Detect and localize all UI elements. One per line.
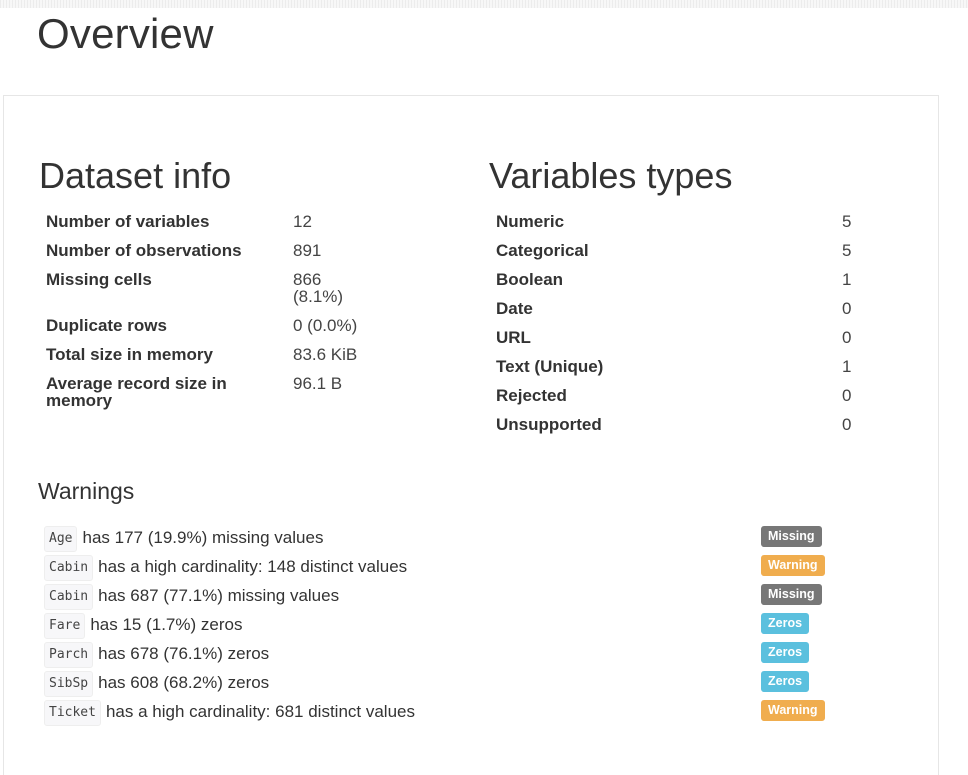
variable-types-heading: Variables types: [489, 155, 733, 196]
variable-type-label: Numeric: [496, 212, 565, 231]
warning-item: SibSp has 608 (68.2%) zeros Zeros: [44, 671, 844, 697]
warning-text: has 177 (19.9%) missing values: [82, 528, 324, 547]
variable-type-count: 5: [842, 212, 852, 231]
top-edge-divider: [0, 0, 968, 8]
warning-item: Cabin has 687 (77.1%) missing values Miss…: [44, 584, 844, 610]
warning-text: has 608 (68.2%) zeros: [98, 673, 270, 692]
dataset-info-label: Total size in memory: [46, 345, 213, 364]
dataset-info-table: Number of variables 12 Number of observa…: [46, 213, 446, 433]
variable-type-count: 1: [842, 357, 852, 376]
dataset-info-value: 891: [293, 241, 322, 260]
warning-item: Parch has 678 (76.1%) zeros Zeros: [44, 642, 844, 668]
variable-type-count: 0: [842, 328, 852, 347]
zeros-badge: Zeros: [761, 642, 810, 663]
warning-badge: Warning: [761, 555, 825, 576]
variable-name-code[interactable]: SibSp: [44, 671, 94, 697]
dataset-info-value: 0 (0.0%): [293, 316, 358, 335]
variable-name-code[interactable]: Parch: [44, 642, 94, 668]
variable-type-label: URL: [496, 328, 531, 347]
dataset-info-heading: Dataset info: [39, 155, 232, 196]
dataset-info-value-percent: (8.1%): [293, 287, 344, 306]
dataset-info-value: 12: [293, 212, 312, 231]
variable-type-count: 0: [842, 386, 852, 405]
variable-type-count: 5: [842, 241, 852, 260]
warning-text: has 15 (1.7%) zeros: [90, 615, 243, 634]
dataset-info-label: Duplicate rows: [46, 316, 167, 335]
zeros-badge: Zeros: [761, 671, 810, 692]
dataset-info-label-continued: memory: [46, 391, 113, 410]
zeros-badge: Zeros: [761, 613, 810, 634]
warnings-heading: Warnings: [38, 478, 135, 504]
warning-text: has 687 (77.1%) missing values: [98, 586, 340, 605]
warning-text: has a high cardinality: 681 distinct val…: [105, 702, 415, 721]
warning-text: has 678 (76.1%) zeros: [98, 644, 270, 663]
variable-name-code[interactable]: Cabin: [44, 584, 94, 610]
dataset-info-label: Number of observations: [46, 241, 242, 260]
warning-badge: Warning: [761, 700, 825, 721]
missing-badge: Missing: [761, 526, 822, 547]
warning-item: Cabin has a high cardinality: 148 distinc…: [44, 555, 844, 581]
warning-text: has a high cardinality: 148 distinct val…: [98, 557, 408, 576]
variable-type-label: Rejected: [496, 386, 567, 405]
dataset-info-label: Number of variables: [46, 212, 210, 231]
dataset-info-value: 83.6 KiB: [293, 345, 358, 364]
variable-type-label: Unsupported: [496, 415, 602, 434]
variable-name-code[interactable]: Age: [44, 526, 78, 552]
variable-name-code[interactable]: Cabin: [44, 555, 94, 581]
variable-type-label: Date: [496, 299, 533, 318]
variable-type-label: Boolean: [496, 270, 564, 289]
variable-type-count: 1: [842, 270, 852, 289]
warning-item: Fare has 15 (1.7%) zeros Zeros: [44, 613, 844, 639]
variable-type-count: 0: [842, 299, 852, 318]
page-title: Overview: [37, 10, 214, 57]
dataset-info-label: Missing cells: [46, 270, 152, 289]
variable-type-count: 0: [842, 415, 852, 434]
warning-item: Age has 177 (19.9%) missing values Missin…: [44, 526, 844, 552]
variable-name-code[interactable]: Fare: [44, 613, 86, 639]
warning-item: Ticket has a high cardinality: 681 distin…: [44, 700, 844, 726]
variable-name-code[interactable]: Ticket: [44, 700, 101, 726]
variable-type-label: Categorical: [496, 241, 589, 260]
variable-type-label: Text (Unique): [496, 357, 604, 376]
dataset-info-value: 96.1 B: [293, 374, 343, 393]
variable-types-table: Numeric 5 Categorical 5 Boolean 1 Date 0…: [496, 213, 856, 453]
missing-badge: Missing: [761, 584, 822, 605]
